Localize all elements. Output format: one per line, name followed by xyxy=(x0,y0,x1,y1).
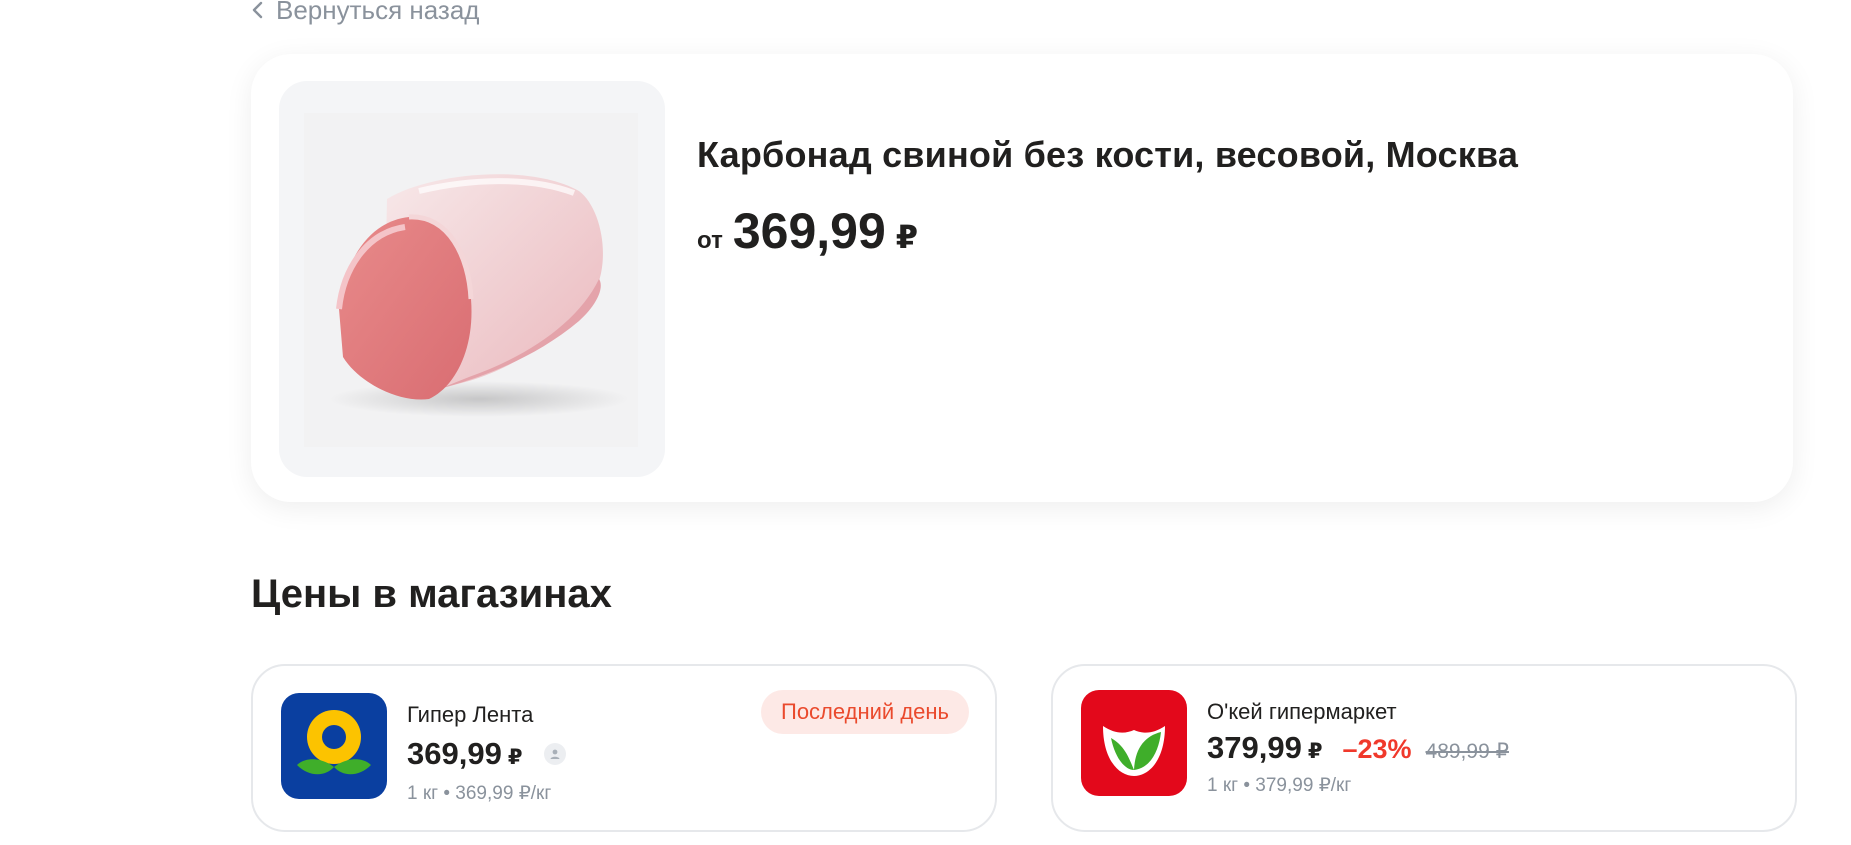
store-card-okey[interactable]: О'кей гипермаркет 379,99 ₽ –23% 489,99 ₽… xyxy=(1051,664,1797,832)
old-price: 489,99 ₽ xyxy=(1425,740,1509,763)
store-price-row: 379,99 ₽ –23% 489,99 ₽ xyxy=(1207,730,1509,766)
store-price-row: 369,99 ₽ xyxy=(407,736,567,772)
price-prefix: от xyxy=(697,227,723,254)
product-image xyxy=(279,81,665,477)
product-price: от 369,99 ₽ xyxy=(697,202,918,260)
product-title: Карбонад свиной без кости, весовой, Моск… xyxy=(697,134,1519,175)
price-value: 369,99 xyxy=(732,203,886,259)
back-link[interactable]: Вернуться назад xyxy=(250,0,479,26)
pork-loin-photo xyxy=(329,174,629,417)
last-day-badge: Последний день xyxy=(761,690,969,734)
store-currency: ₽ xyxy=(507,746,523,769)
price-currency: ₽ xyxy=(895,219,919,255)
discount-percent: –23% xyxy=(1342,734,1412,764)
user-icon xyxy=(544,743,567,765)
unit-price: 1 кг • 369,99 ₽/кг xyxy=(407,783,552,804)
okey-logo xyxy=(1081,690,1187,796)
lenta-logo xyxy=(281,693,387,799)
chevron-left-icon xyxy=(252,1,263,19)
stores-section-title: Цены в магазинах xyxy=(251,572,612,616)
store-name: Гипер Лента xyxy=(407,702,534,727)
store-name: О'кей гипермаркет xyxy=(1207,699,1397,724)
store-card-lenta[interactable]: Гипер Лента 369,99 ₽ 1 кг • 369,99 ₽/кг … xyxy=(251,664,997,832)
store-price: 379,99 xyxy=(1207,730,1302,765)
store-currency: ₽ xyxy=(1307,740,1323,763)
back-link-label: Вернуться назад xyxy=(276,0,480,25)
unit-price: 1 кг • 379,99 ₽/кг xyxy=(1207,775,1352,796)
store-price: 369,99 xyxy=(407,736,502,771)
product-card: Карбонад свиной без кости, весовой, Моск… xyxy=(251,54,1793,502)
